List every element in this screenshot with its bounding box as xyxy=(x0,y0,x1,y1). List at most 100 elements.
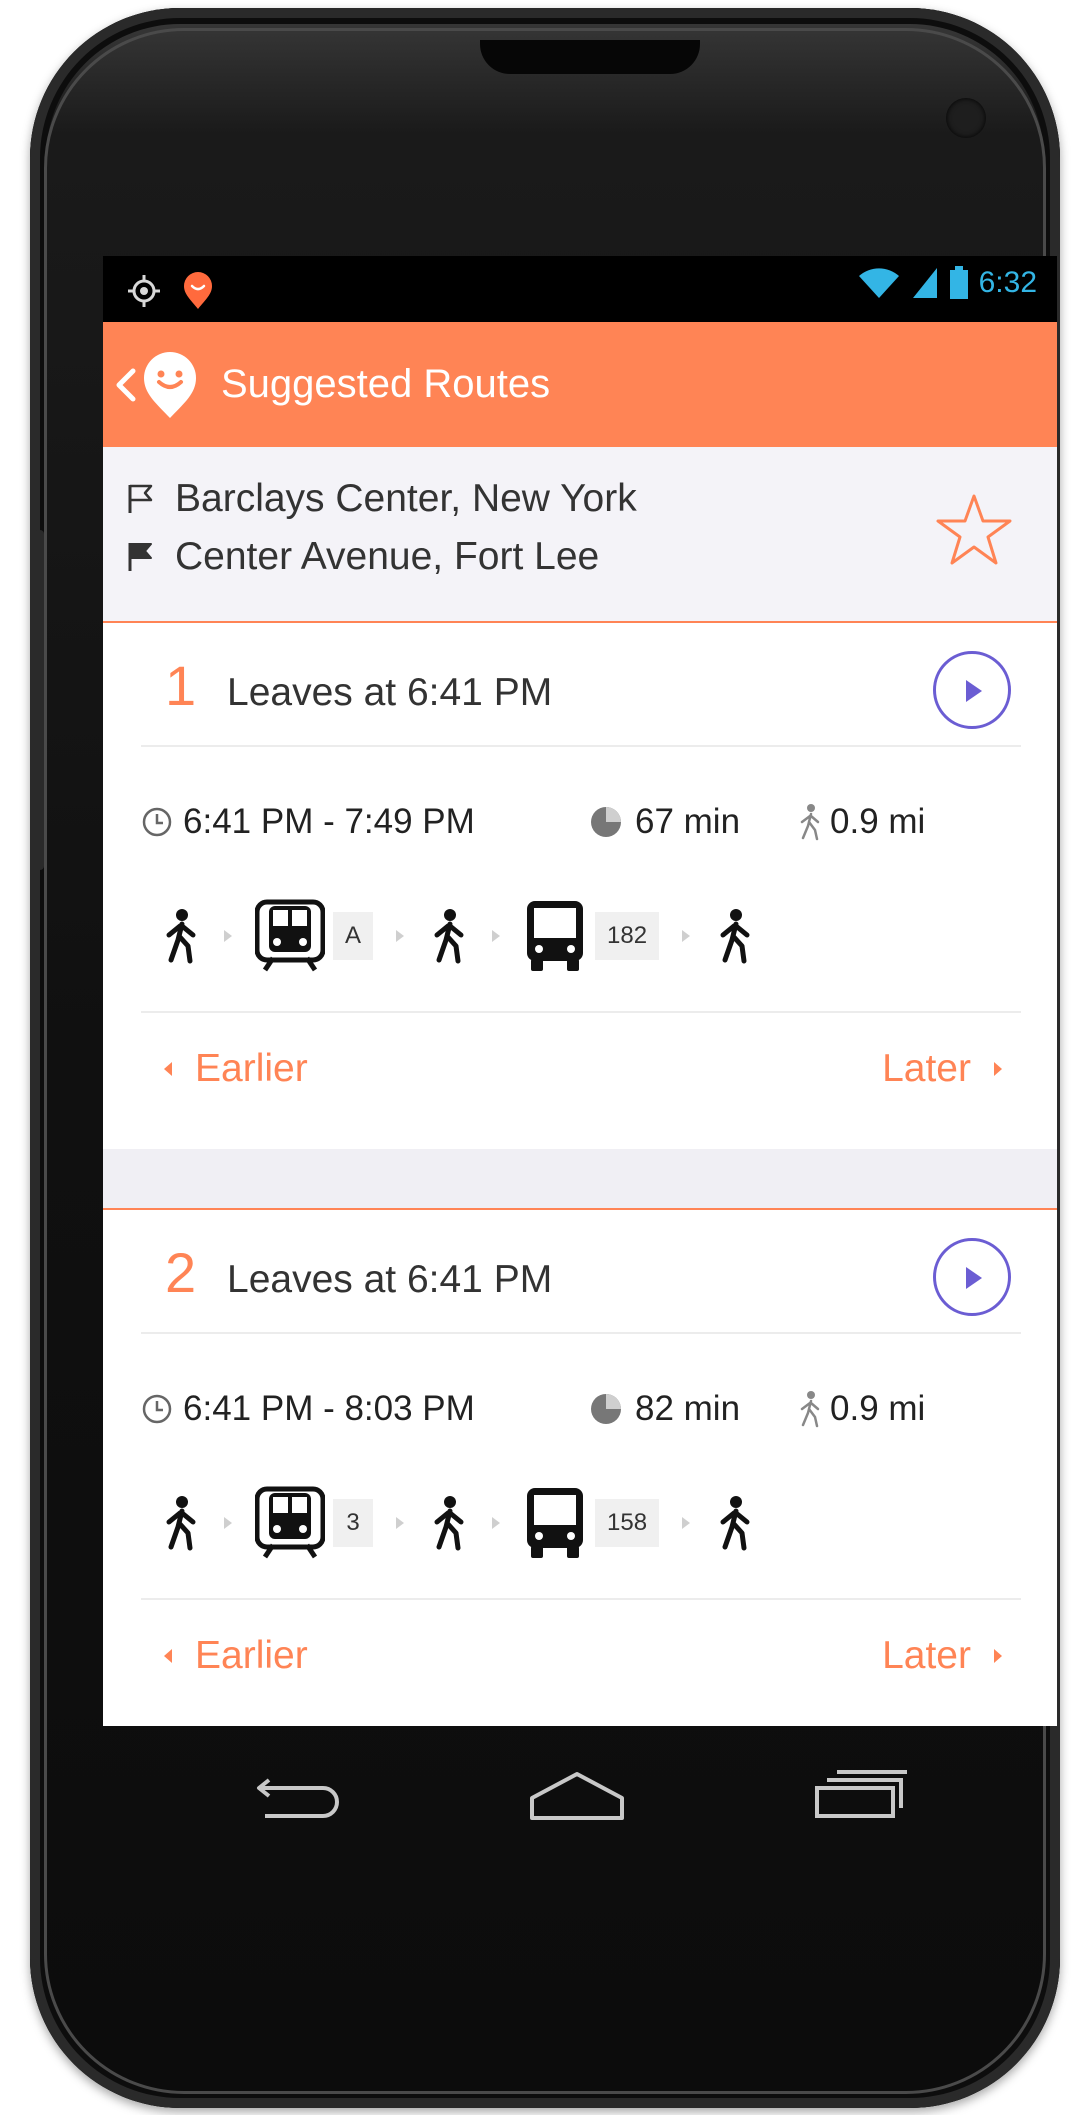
back-key-icon[interactable] xyxy=(253,1770,345,1820)
duration: 67 min xyxy=(635,802,741,841)
duration-pie-icon xyxy=(591,1394,621,1424)
bus-icon xyxy=(527,901,584,971)
route-card-2[interactable]: 2 Leaves at 6:41 PM 6:41 PM - 8:03 PM 82… xyxy=(103,1208,1057,1726)
play-icon xyxy=(966,680,982,702)
leg-arrow-icon xyxy=(682,1517,691,1529)
later-label: Later xyxy=(882,1047,971,1090)
triangle-right-icon xyxy=(994,1649,1002,1663)
card-separator xyxy=(103,1149,1057,1208)
train-line-badge: A xyxy=(333,912,374,960)
side-button xyxy=(34,530,44,870)
walk-distance: 0.9 mi xyxy=(830,1389,926,1428)
route-number: 2 xyxy=(165,1241,197,1304)
walk-icon xyxy=(720,909,750,964)
distance-group: 0.9 mi xyxy=(796,1384,925,1434)
home-key-icon[interactable] xyxy=(528,1770,626,1822)
time-shift-row: Earlier Later xyxy=(103,1011,1057,1131)
route-summary: 6:41 PM - 7:49 PM 67 min 0.9 mi xyxy=(141,797,1021,847)
later-button[interactable]: Later xyxy=(882,1634,1003,1678)
route-summary: 6:41 PM - 8:03 PM 82 min 0.9 mi xyxy=(141,1384,1021,1434)
train-line-badge: 3 xyxy=(333,1499,373,1547)
clock-icon xyxy=(142,807,172,837)
later-label: Later xyxy=(882,1634,971,1677)
earlier-label: Earlier xyxy=(195,1634,308,1677)
duration: 82 min xyxy=(635,1389,741,1428)
walk-distance: 0.9 mi xyxy=(830,802,926,841)
app-bar: Suggested Routes xyxy=(103,322,1057,447)
trip-destination[interactable]: Center Avenue, Fort Lee xyxy=(127,535,599,579)
walk-icon xyxy=(166,909,196,964)
route-card-1[interactable]: 1 Leaves at 6:41 PM 6:41 PM - 7:49 PM 67… xyxy=(103,623,1057,1149)
status-left-icons xyxy=(127,272,213,310)
time-range: 6:41 PM - 7:49 PM xyxy=(183,802,475,841)
bus-line-badge: 158 xyxy=(595,1499,660,1547)
route-departure: Leaves at 6:41 PM xyxy=(227,671,553,714)
battery-icon xyxy=(949,266,968,299)
status-right-icons: 6:32 xyxy=(857,266,1037,300)
status-bar: 6:32 xyxy=(103,256,1057,322)
wifi-icon xyxy=(858,268,899,298)
leg-arrow-icon xyxy=(224,930,232,942)
duration-group: 82 min xyxy=(589,1384,740,1434)
back-icon[interactable] xyxy=(111,365,139,405)
start-route-button[interactable] xyxy=(933,1238,1011,1316)
route-number: 1 xyxy=(165,654,197,717)
route-card-header: 1 Leaves at 6:41 PM xyxy=(103,623,1057,745)
train-icon xyxy=(255,899,325,972)
status-time: 6:32 xyxy=(978,266,1037,299)
time-shift-row: Earlier Later xyxy=(103,1598,1057,1718)
origin-flag-icon xyxy=(128,484,153,513)
distance-group: 0.9 mi xyxy=(796,797,925,847)
route-card-header: 2 Leaves at 6:41 PM xyxy=(103,1210,1057,1332)
app-notification-icon xyxy=(184,272,212,309)
walk-distance-icon xyxy=(800,804,820,841)
leg-arrow-icon xyxy=(682,930,691,942)
walk-icon xyxy=(434,909,464,964)
leg-arrow-icon xyxy=(396,1517,404,1529)
leg-arrow-icon xyxy=(224,1517,232,1529)
trip-header: Barclays Center, New York Center Avenue,… xyxy=(103,447,1057,623)
train-icon xyxy=(255,1486,325,1559)
bus-icon xyxy=(527,1488,583,1558)
earpiece xyxy=(480,40,700,74)
walk-icon xyxy=(434,1496,464,1551)
star-outline-icon[interactable] xyxy=(935,493,1013,567)
clock-icon xyxy=(142,1394,172,1424)
later-button[interactable]: Later xyxy=(882,1047,1003,1091)
page-title: Suggested Routes xyxy=(221,362,551,406)
earlier-button[interactable]: Earlier xyxy=(163,1634,308,1678)
walk-icon xyxy=(720,1496,750,1551)
divider xyxy=(141,1332,1021,1334)
play-icon xyxy=(966,1267,982,1289)
start-route-button[interactable] xyxy=(933,651,1011,729)
destination-text: Center Avenue, Fort Lee xyxy=(175,535,600,578)
triangle-left-icon xyxy=(164,1062,172,1076)
destination-flag-icon xyxy=(128,543,152,571)
route-legs: 3 158 xyxy=(159,1482,755,1564)
leg-arrow-icon xyxy=(492,930,501,942)
signal-icon xyxy=(912,268,937,298)
recents-key-icon[interactable] xyxy=(813,1770,909,1820)
duration-group: 67 min xyxy=(589,797,740,847)
time-range: 6:41 PM - 8:03 PM xyxy=(183,1389,475,1428)
leg-arrow-icon xyxy=(492,1517,500,1529)
front-camera xyxy=(946,98,986,138)
bus-line-badge: 182 xyxy=(595,912,660,960)
leg-arrow-icon xyxy=(396,930,405,942)
duration-pie-icon xyxy=(591,807,621,837)
trip-origin[interactable]: Barclays Center, New York xyxy=(127,477,637,521)
route-departure: Leaves at 6:41 PM xyxy=(227,1258,553,1301)
route-legs: A 182 xyxy=(159,895,755,977)
triangle-right-icon xyxy=(994,1062,1002,1076)
earlier-button[interactable]: Earlier xyxy=(163,1047,308,1091)
divider xyxy=(141,745,1021,747)
system-nav-bar xyxy=(103,1726,1057,1906)
origin-text: Barclays Center, New York xyxy=(175,477,637,520)
app-logo-icon[interactable] xyxy=(141,350,199,420)
location-icon xyxy=(128,275,160,307)
walk-icon xyxy=(166,1496,196,1551)
walk-distance-icon xyxy=(800,1391,820,1428)
screen: 6:32 Suggested Routes Barclays Center, N… xyxy=(103,256,1057,1726)
earlier-label: Earlier xyxy=(195,1047,308,1090)
triangle-left-icon xyxy=(164,1649,172,1663)
